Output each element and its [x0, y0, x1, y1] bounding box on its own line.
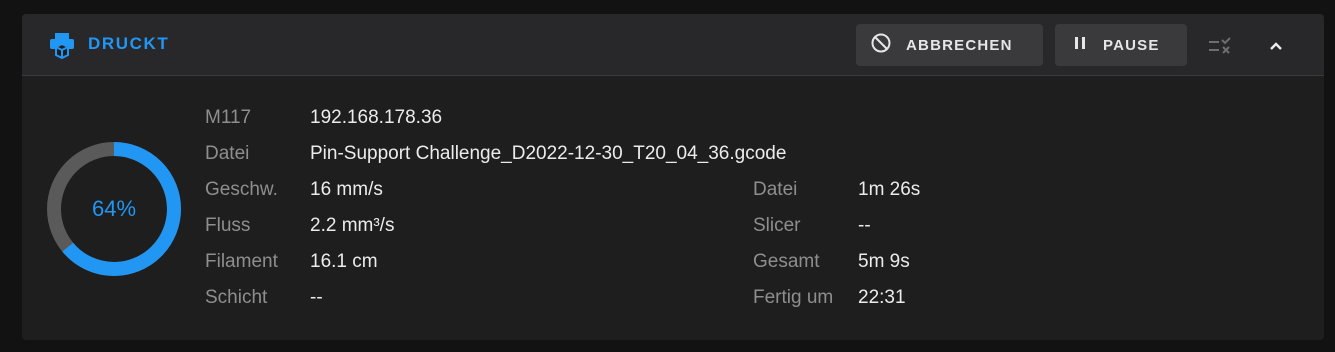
info-value-layer: --	[310, 287, 323, 308]
checklist-icon[interactable]	[1207, 33, 1233, 59]
info-label-layer: Schicht	[205, 287, 268, 308]
card-header: DRUCKT ABBRECHEN PAUSE	[22, 14, 1324, 76]
info-label-filament: Filament	[205, 251, 278, 272]
pause-icon	[1071, 34, 1089, 56]
cancel-button[interactable]: ABBRECHEN	[856, 24, 1043, 66]
time-value-slicer: --	[858, 215, 871, 236]
time-label-total: Gesamt	[753, 251, 820, 272]
time-value-eta: 22:31	[858, 287, 906, 308]
pause-button[interactable]: PAUSE	[1055, 24, 1187, 66]
info-value-file: Pin-Support Challenge_D2022-12-30_T20_04…	[310, 143, 787, 164]
info-label-flow: Fluss	[205, 215, 251, 236]
info-label-file: Datei	[205, 143, 250, 164]
progress-percent: 64%	[91, 196, 137, 221]
chevron-up-icon[interactable]	[1263, 33, 1289, 59]
info-value-m117: 192.168.178.36	[310, 107, 443, 128]
pause-button-label: PAUSE	[1103, 36, 1160, 54]
time-value-total: 5m 9s	[858, 251, 910, 272]
cancel-icon	[870, 32, 892, 58]
info-value-filament: 16.1 cm	[310, 251, 378, 272]
time-value-file: 1m 26s	[858, 179, 921, 200]
printer-icon	[47, 30, 77, 60]
time-label-file: Datei	[753, 179, 798, 200]
info-label-speed: Geschw.	[205, 179, 278, 200]
info-value-flow: 2.2 mm³/s	[310, 215, 395, 236]
time-label-slicer: Slicer	[753, 215, 801, 236]
print-status-card: DRUCKT ABBRECHEN PAUSE 64% M117 192.168.…	[22, 14, 1324, 340]
info-label-m117: M117	[205, 107, 252, 128]
progress-ring: 64%	[44, 139, 184, 279]
cancel-button-label: ABBRECHEN	[906, 36, 1013, 54]
status-title: DRUCKT	[88, 34, 170, 53]
info-value-speed: 16 mm/s	[310, 179, 383, 200]
time-label-eta: Fertig um	[753, 287, 834, 308]
